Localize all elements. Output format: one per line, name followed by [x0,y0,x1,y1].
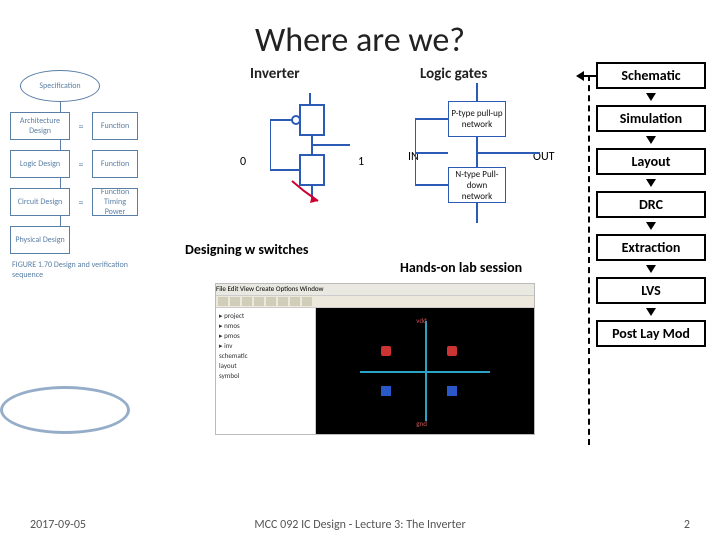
hands-on-label: Hands-on lab session [400,259,522,276]
eda-tree-item: ▸ project [219,311,312,321]
eda-layout-canvas: vdd gnd [316,308,534,434]
inverter-diagram [270,93,350,223]
logic-gates-label: Logic gates [420,65,487,83]
logic-network-diagram: P-type pull-up network N-type Pull-down … [415,83,540,233]
eda-tree-item: layout [219,361,312,371]
feedback-dashed-line [588,75,590,445]
right-flow-step: Schematic [596,62,706,89]
flow-arrow-down-icon [646,265,656,273]
flow-step-box: Circuit Design [10,188,70,216]
circuit-design-highlight [0,386,130,434]
flow-arrow-down-icon [646,136,656,144]
center-panel: Inverter Logic gates 0 1 IN OUT [170,65,540,425]
figure-caption: FIGURE 1.70 Design and verification sequ… [12,260,160,280]
pull-down-box: N-type Pull-down network [448,167,506,203]
flow-start-ellipse: Specification [20,70,100,102]
eda-project-tree: ▸ project ▸ nmos ▸ pmos ▸ inv schematic … [216,308,316,434]
feedback-arrowhead [582,75,596,77]
flow-step-box: Physical Design [10,226,70,254]
inverter-label: Inverter [250,65,300,83]
flow-step-box: Architecture Design [10,112,70,140]
eda-tree-item: schematic [219,351,312,361]
flow-step-box: Logic Design [10,150,70,178]
eda-tree-item: symbol [219,371,312,381]
designing-switches-label: Designing w switches [185,241,308,258]
flow-start-label: Specification [39,81,80,91]
flow-arrow-down-icon [646,179,656,187]
flow-arrow-down-icon [646,308,656,316]
eda-tree-item: ▸ nmos [219,321,312,331]
flow-arrow-down-icon [646,222,656,230]
pull-up-box: P-type pull-up network [448,101,506,137]
right-flow-step: Simulation [596,105,706,132]
right-flow-step: Layout [596,148,706,175]
right-flow-step: Extraction [596,234,706,261]
right-flow-step: DRC [596,191,706,218]
eda-tree-item: ▸ pmos [219,331,312,341]
flow-arrow-down-icon [646,93,656,101]
eda-screenshot: File Edit View Create Options Window ▸ p… [215,283,535,435]
eda-toolbar [216,296,534,308]
flow-step-output: Function [92,112,138,140]
eda-tree-item: ▸ inv [219,341,312,351]
inverter-output-value: 1 [358,155,364,169]
right-flow-step: LVS [596,277,706,304]
design-flow-left: Specification Architecture Design=Functi… [10,70,160,280]
footer-center: MCC 092 IC Design - Lecture 3: The Inver… [0,518,720,532]
inverter-input-value: 0 [240,155,246,169]
slide-title: Where are we? [0,0,720,61]
eda-menubar: File Edit View Create Options Window [216,284,534,296]
verification-flow-right: Schematic Simulation Layout DRC Extraction LV… [596,62,706,462]
right-flow-step: Post Lay Mod [596,320,706,347]
flow-step-output: Function Timing Power [92,188,138,216]
flow-step-output: Function [92,150,138,178]
